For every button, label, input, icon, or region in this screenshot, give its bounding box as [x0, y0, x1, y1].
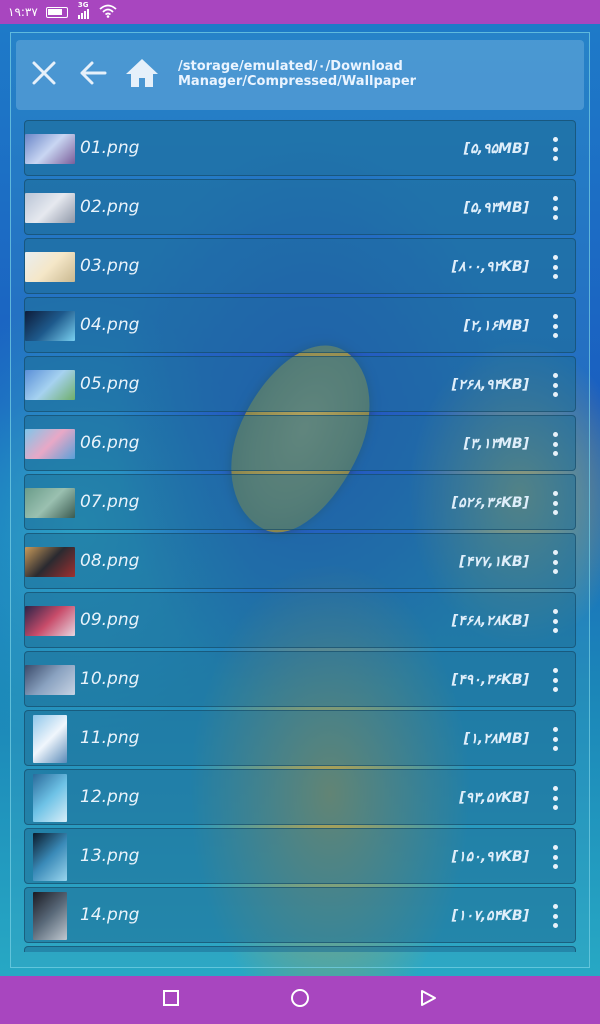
file-name: 10.png: [80, 669, 140, 689]
more-options-icon[interactable]: [549, 668, 561, 692]
back-triangle-icon: [419, 989, 437, 1011]
file-row[interactable]: 10.png [۴۹۰,۳۶KB]: [24, 651, 576, 707]
back-nav-button[interactable]: [416, 988, 440, 1012]
file-size: [۸۰۰,۹۲KB]: [451, 259, 529, 275]
close-icon: [31, 60, 57, 90]
file-thumbnail: [25, 488, 75, 518]
file-size: [۵,۹۳MB]: [463, 200, 529, 216]
file-row[interactable]: 05.png [۲۶۸,۹۴KB]: [24, 356, 576, 412]
file-row[interactable]: 09.png [۴۶۸,۲۸KB]: [24, 592, 576, 648]
file-row[interactable]: [24, 946, 576, 952]
file-size: [۲,۱۶MB]: [463, 318, 529, 334]
more-options-icon[interactable]: [549, 373, 561, 397]
file-name: 12.png: [80, 787, 140, 807]
file-size: [۴۷۷,۱KB]: [459, 554, 529, 570]
file-row[interactable]: 01.png [۵,۹۵MB]: [24, 120, 576, 176]
home-nav-button[interactable]: [288, 988, 312, 1012]
file-row[interactable]: 06.png [۳,۱۳MB]: [24, 415, 576, 471]
close-button[interactable]: [26, 57, 62, 93]
more-options-icon[interactable]: [549, 137, 561, 161]
file-name: 01.png: [80, 138, 140, 158]
more-options-icon[interactable]: [549, 314, 561, 338]
battery-icon: [45, 6, 68, 18]
file-name: 06.png: [80, 433, 140, 453]
recents-button[interactable]: [159, 988, 183, 1012]
file-name: 14.png: [80, 905, 140, 925]
file-name: 13.png: [80, 846, 140, 866]
file-name: 09.png: [80, 610, 140, 630]
home-button[interactable]: [124, 57, 160, 93]
file-row[interactable]: 13.png [۱۵۰,۹۷KB]: [24, 828, 576, 884]
file-thumbnail: [25, 665, 75, 695]
file-size: [۴۶۸,۲۸KB]: [451, 613, 529, 629]
file-thumbnail: [25, 547, 75, 577]
file-name: 07.png: [80, 492, 140, 512]
file-thumbnail: [33, 833, 67, 881]
file-row[interactable]: 02.png [۵,۹۳MB]: [24, 179, 576, 235]
file-row[interactable]: 12.png [۹۳,۵۷KB]: [24, 769, 576, 825]
file-size: [۹۳,۵۷KB]: [459, 790, 529, 806]
file-size: [۱,۲۸MB]: [463, 731, 529, 747]
wifi-icon: [99, 4, 117, 21]
clock: ۱۹:۳۷: [8, 5, 38, 19]
current-path[interactable]: /storage/emulated/۰/Download Manager/Com…: [178, 59, 558, 89]
file-size: [۱۵۰,۹۷KB]: [451, 849, 529, 865]
file-thumbnail: [25, 252, 75, 282]
network-type-label: 3G: [77, 1, 89, 9]
file-size: [۵,۹۵MB]: [463, 141, 529, 157]
more-options-icon[interactable]: [549, 904, 561, 928]
file-size: [۵۲۶,۳۶KB]: [451, 495, 529, 511]
file-size: [۴۹۰,۳۶KB]: [451, 672, 529, 688]
file-row[interactable]: 03.png [۸۰۰,۹۲KB]: [24, 238, 576, 294]
file-name: 05.png: [80, 374, 140, 394]
file-size: [۳,۱۳MB]: [463, 436, 529, 452]
more-options-icon[interactable]: [549, 255, 561, 279]
file-thumbnail: [25, 134, 75, 164]
file-thumbnail: [25, 193, 75, 223]
more-options-icon[interactable]: [549, 845, 561, 869]
file-row[interactable]: 11.png [۱,۲۸MB]: [24, 710, 576, 766]
file-name: 02.png: [80, 197, 140, 217]
more-options-icon[interactable]: [549, 609, 561, 633]
more-options-icon[interactable]: [549, 550, 561, 574]
file-size: [۲۶۸,۹۴KB]: [451, 377, 529, 393]
file-thumbnail: [33, 892, 67, 940]
back-arrow-icon: [79, 60, 107, 90]
more-options-icon[interactable]: [549, 491, 561, 515]
status-bar: ۱۹:۳۷ 3G: [0, 0, 600, 24]
more-options-icon[interactable]: [549, 432, 561, 456]
mobile-signal-icon: 3G: [77, 1, 89, 19]
file-row[interactable]: 08.png [۴۷۷,۱KB]: [24, 533, 576, 589]
file-name: 11.png: [80, 728, 140, 748]
file-thumbnail: [25, 429, 75, 459]
file-thumbnail: [25, 606, 75, 636]
file-thumbnail: [25, 311, 75, 341]
file-size: [۱۰۷,۵۴KB]: [451, 908, 529, 924]
file-row[interactable]: 04.png [۲,۱۶MB]: [24, 297, 576, 353]
file-thumbnail: [33, 774, 67, 822]
toolbar: /storage/emulated/۰/Download Manager/Com…: [16, 40, 584, 110]
file-name: 03.png: [80, 256, 140, 276]
more-options-icon[interactable]: [549, 196, 561, 220]
navigation-bar: [0, 976, 600, 1024]
file-name: 08.png: [80, 551, 140, 571]
file-name: 04.png: [80, 315, 140, 335]
file-list[interactable]: 01.png [۵,۹۵MB] 02.png [۵,۹۳MB] 03.png [۸۰۰,۹…: [24, 120, 576, 952]
file-row[interactable]: 07.png [۵۲۶,۳۶KB]: [24, 474, 576, 530]
file-thumbnail: [25, 370, 75, 400]
file-thumbnail: [33, 715, 67, 763]
more-options-icon[interactable]: [549, 727, 561, 751]
home-circle-icon: [290, 988, 310, 1012]
home-icon: [125, 58, 159, 92]
back-button[interactable]: [75, 57, 111, 93]
file-row[interactable]: 14.png [۱۰۷,۵۴KB]: [24, 887, 576, 943]
more-options-icon[interactable]: [549, 786, 561, 810]
recents-square-icon: [163, 990, 179, 1010]
